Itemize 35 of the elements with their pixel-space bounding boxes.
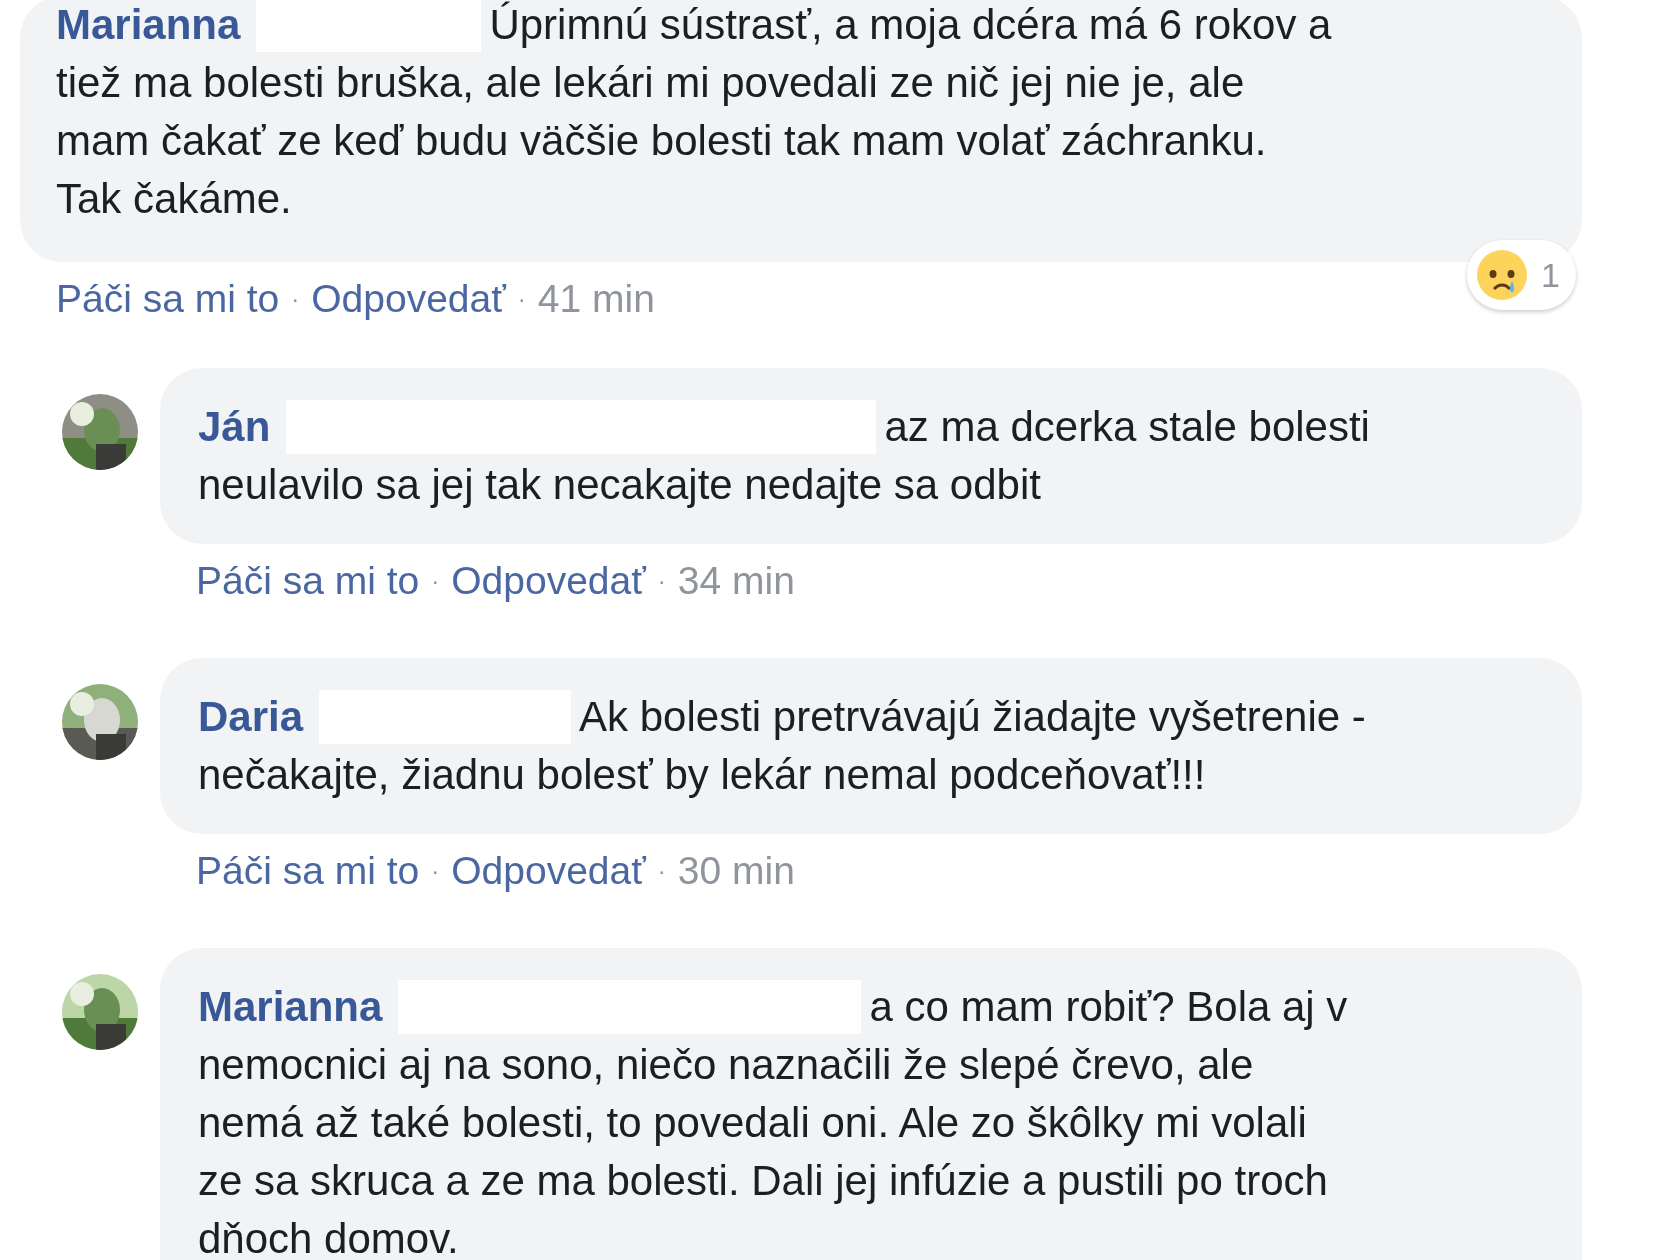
separator-dot: · — [431, 566, 440, 596]
comment-text: az ma dcerka stale bolesti — [884, 402, 1370, 452]
comment-time: 34 min — [677, 558, 795, 604]
comment-text: Úprimnú sústrasť, a moja dcéra má 6 rokov a — [489, 0, 1332, 50]
author-name[interactable]: Ján — [198, 398, 271, 456]
like-link[interactable]: Páči sa mi to — [196, 848, 420, 894]
comment-text: mam čakať ze keď budu väčšie bolesti tak mam volať záchranku. — [56, 116, 1267, 166]
reply-link[interactable]: Odpovedať — [451, 848, 646, 894]
comment-text: nečakajte, žiadnu bolesť by lekár nemal podceňovať!!! — [198, 750, 1206, 800]
author-name[interactable]: Daria — [198, 688, 304, 746]
like-link[interactable]: Páči sa mi to — [56, 276, 280, 322]
comment-text: Ak bolesti pretrvávajú žiadajte vyšetrenie - — [579, 692, 1366, 742]
comment-text: neulavilo sa jej tak necakajte nedajte sa odbit — [198, 460, 1041, 510]
reply-link[interactable]: Odpovedať — [311, 276, 506, 322]
comment-time: 30 min — [677, 848, 795, 894]
comment-text: Tak čakáme. — [56, 174, 292, 224]
comment-text: tiež ma bolesti bruška, ale lekári mi povedali ze nič jej nie je, ale — [56, 58, 1245, 108]
separator-dot: · — [657, 856, 666, 886]
sad-reaction-icon — [1475, 248, 1530, 302]
reaction-badge[interactable]: 1 — [1467, 240, 1576, 310]
separator-dot: · — [517, 284, 526, 314]
comment-text: nemocnici aj na sono, niečo naznačili že slepé črevo, ale — [198, 1040, 1254, 1090]
separator-dot: · — [291, 284, 300, 314]
author-name[interactable]: Marianna — [56, 0, 241, 54]
separator-dot: · — [431, 856, 440, 886]
comment-text: dňoch domov. — [198, 1214, 459, 1260]
comment-text: a co mam robiť? Bola aj v — [869, 982, 1348, 1032]
separator-dot: · — [657, 566, 666, 596]
author-name[interactable]: Marianna — [198, 978, 383, 1036]
comment-text: ze sa skruca a ze ma bolesti. Dali jej infúzie a pustili po troch — [198, 1156, 1328, 1206]
like-link[interactable]: Páči sa mi to — [196, 558, 420, 604]
comment-text: nemá až také bolesti, to povedali oni. Ale zo škôlky mi volali — [198, 1098, 1307, 1148]
reaction-count: 1 — [1541, 255, 1560, 296]
comment-time: 41 min — [537, 276, 655, 322]
reply-link[interactable]: Odpovedať — [451, 558, 646, 604]
